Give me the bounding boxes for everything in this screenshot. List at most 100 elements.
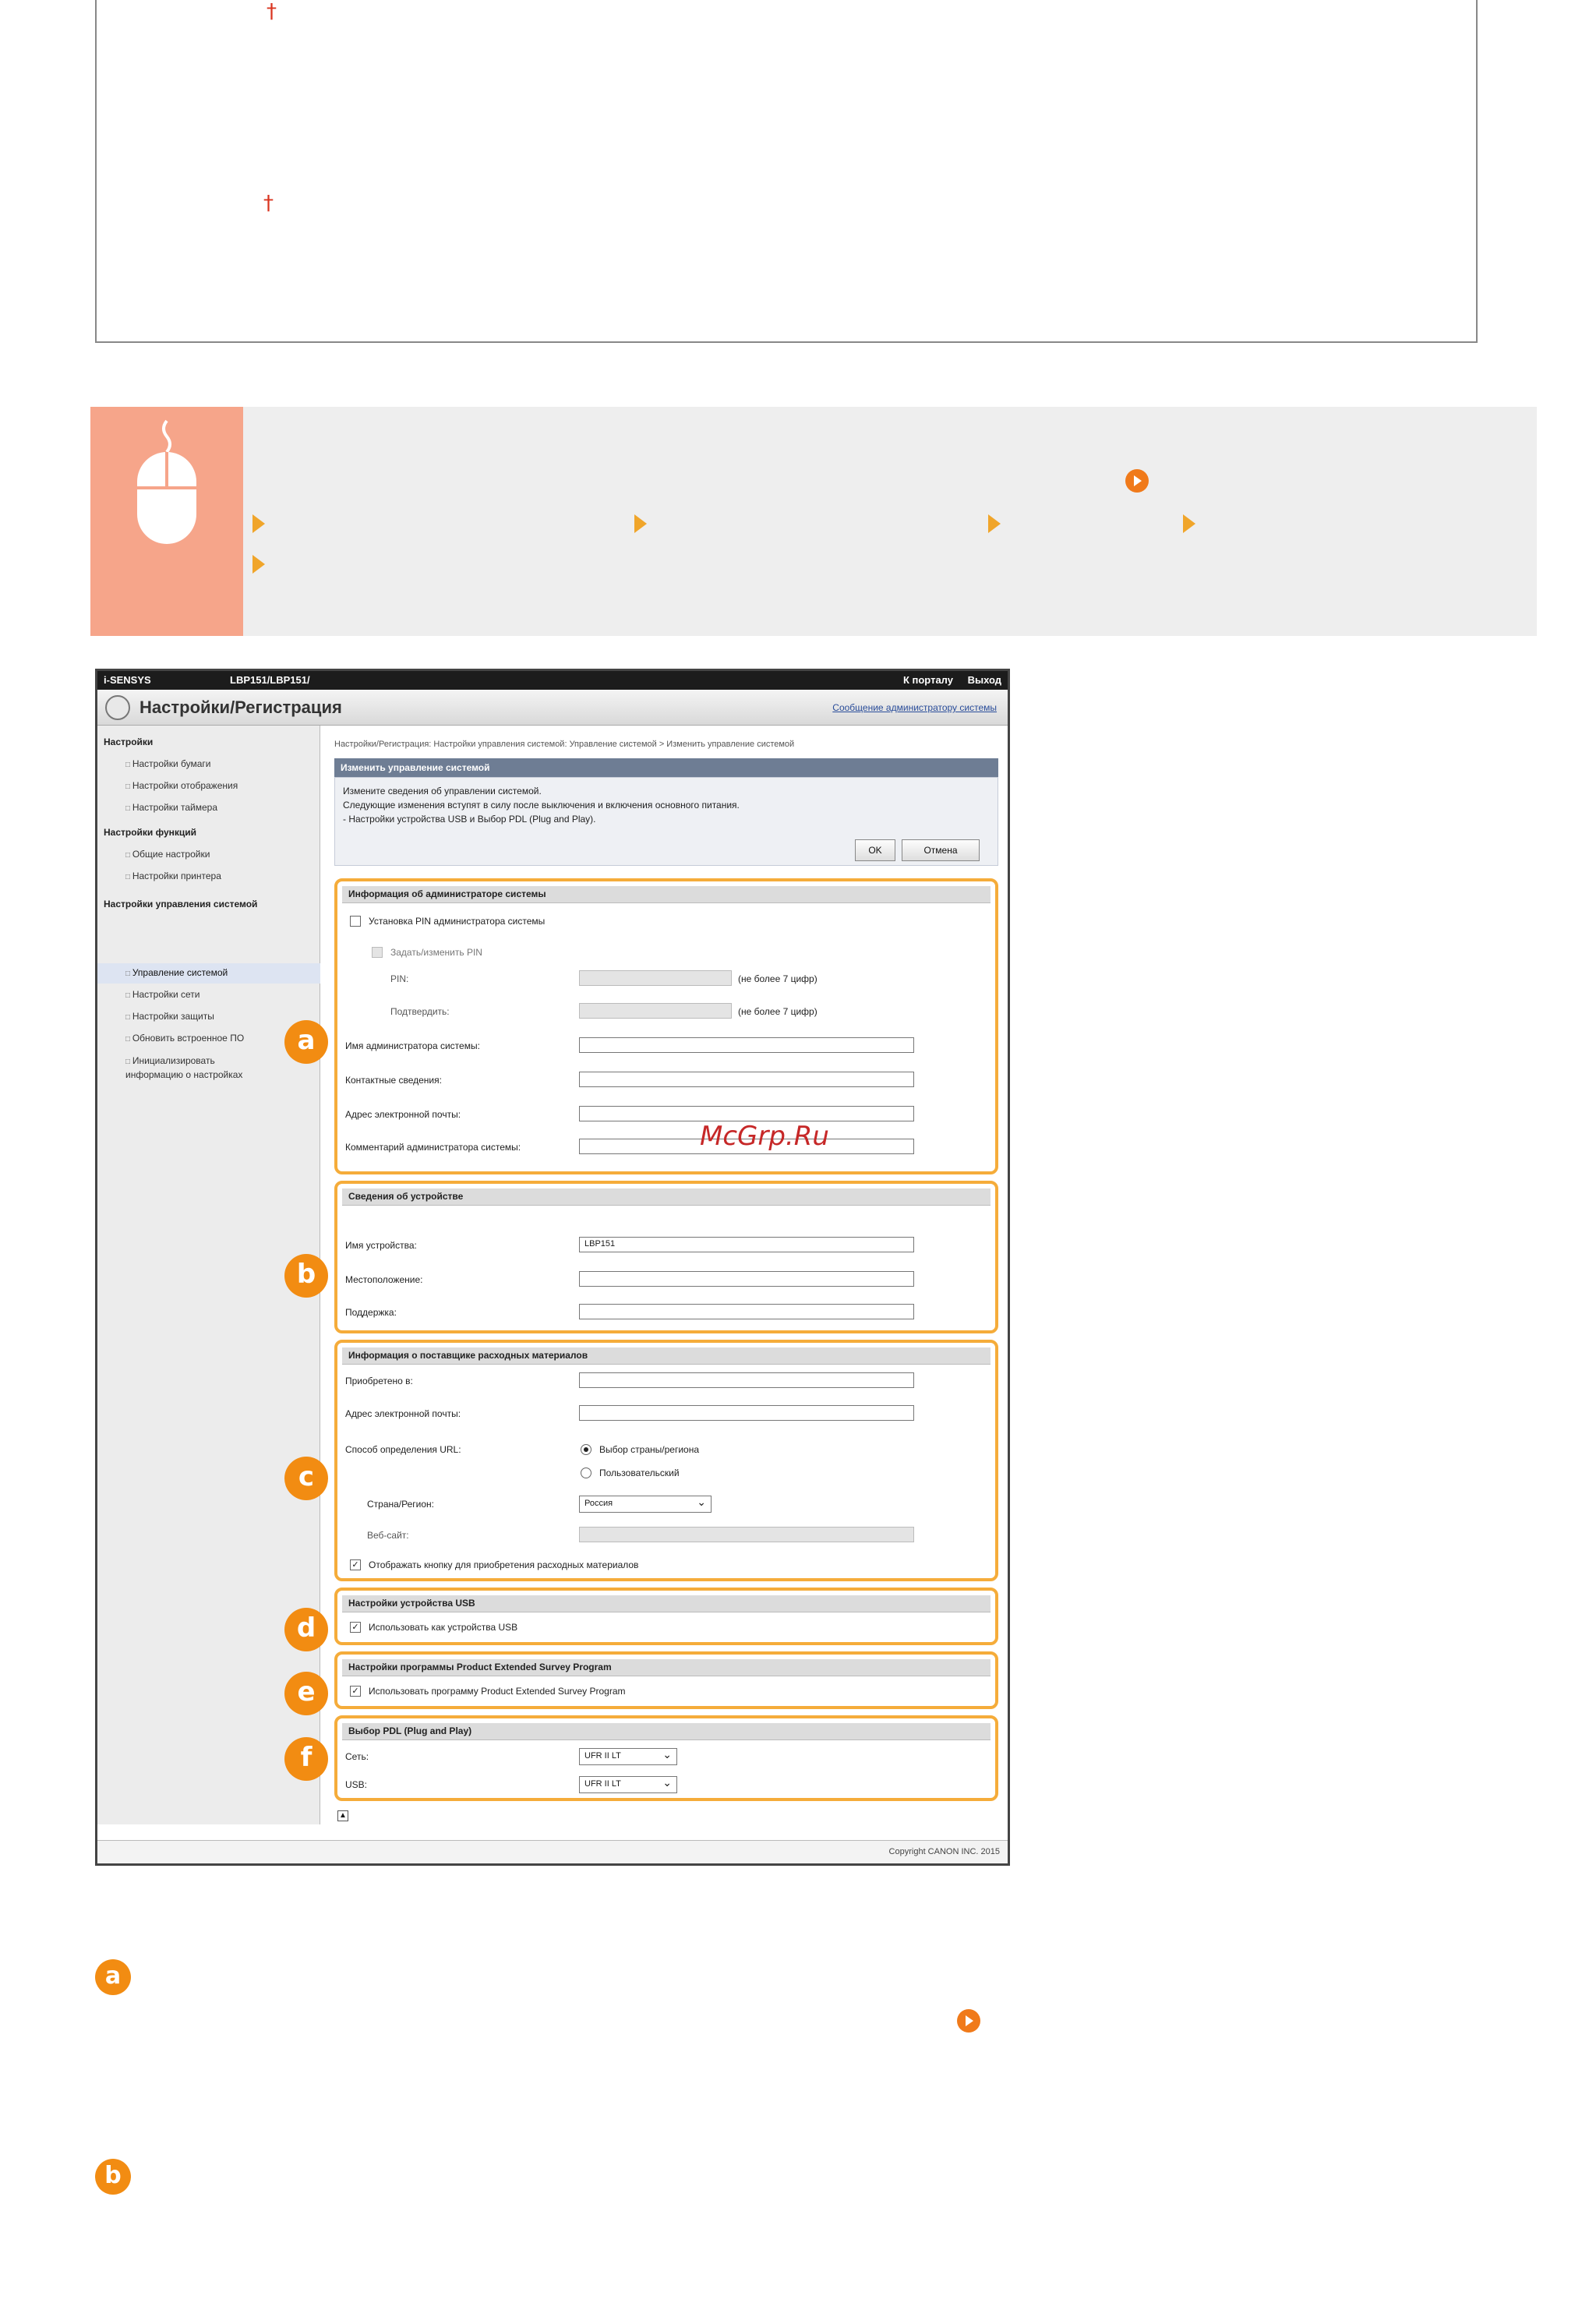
sidebar-section-settings: Настройки (104, 736, 154, 747)
badge-d: d (284, 1608, 328, 1651)
set-pin-checkbox[interactable] (350, 916, 361, 927)
show-button-checkbox[interactable]: ✓ (350, 1559, 361, 1570)
arrow-icon (1183, 514, 1195, 533)
arrow-icon (252, 555, 265, 574)
device-info-title: Сведения об устройстве (342, 1188, 991, 1206)
scroll-top-icon[interactable]: ▲ (337, 1810, 348, 1821)
usb-title: Настройки устройства USB (342, 1595, 991, 1612)
badge-e: e (284, 1672, 328, 1715)
portal-link[interactable]: К порталу (903, 674, 953, 686)
badge-a: a (284, 1020, 328, 1064)
pdl-usb-select[interactable]: UFR II LT (579, 1776, 677, 1793)
contact-label: Контактные сведения: (345, 1075, 442, 1086)
supplier-info-group: Информация о поставщике расходных матери… (334, 1340, 998, 1581)
country-select[interactable]: Россия (579, 1496, 712, 1513)
admin-info-title: Информация об администраторе системы (342, 886, 991, 903)
product-name: i-SENSYS (104, 674, 151, 686)
admin-name-input[interactable] (579, 1037, 914, 1053)
pdl-network-label: Сеть: (345, 1751, 369, 1762)
custom-radio[interactable] (581, 1468, 591, 1478)
sidebar-item-system-management[interactable]: Управление системой (125, 967, 228, 978)
confirm-label: Подтвердить: (390, 1006, 450, 1017)
sidebar-item-network[interactable]: Настройки сети (125, 989, 200, 1000)
sidebar-item-initialize[interactable]: Инициализировать информацию о настройках (125, 1054, 266, 1081)
email-label: Адрес электронной почты: (345, 1109, 461, 1120)
pin-input[interactable] (579, 970, 732, 986)
main-content: Настройки/Регистрация: Настройки управле… (328, 726, 1006, 1824)
admin-name-label: Имя администратора системы: (345, 1040, 480, 1051)
pin-label: PIN: (390, 973, 409, 984)
change-pin-label: Задать/изменить PIN (390, 947, 482, 958)
device-name-label: Имя устройства: (345, 1240, 417, 1251)
sidebar-section-functions: Настройки функций (104, 827, 197, 838)
arrow-icon (252, 514, 265, 533)
confirm-hint: (не более 7 цифр) (738, 1006, 817, 1017)
usb-group: Настройки устройства USB ✓ Использовать … (334, 1588, 998, 1645)
email-input[interactable] (579, 1106, 914, 1121)
legend-badge-b: b (95, 2159, 131, 2195)
pdl-network-select[interactable]: UFR II LT (579, 1748, 677, 1765)
url-method-label: Способ определения URL: (345, 1444, 461, 1455)
purchased-label: Приобретено в: (345, 1376, 413, 1386)
pdl-group: Выбор PDL (Plug and Play) Сеть: UFR II L… (334, 1715, 998, 1801)
top-bar: i-SENSYS LBP151/LBP151/ К порталу Выход (97, 671, 1008, 690)
navigation-band (90, 407, 1537, 636)
supplier-email-input[interactable] (579, 1405, 914, 1421)
region-radio-label: Выбор страны/региона (599, 1444, 700, 1455)
sidebar-item-printer[interactable]: Настройки принтера (125, 871, 221, 881)
survey-title: Настройки программы Product Extended Sur… (342, 1659, 991, 1676)
custom-radio-label: Пользовательский (599, 1468, 680, 1478)
purchased-input[interactable] (579, 1372, 914, 1388)
supplier-email-label: Адрес электронной почты: (345, 1408, 461, 1419)
website-label: Веб-сайт: (367, 1530, 409, 1541)
cancel-button[interactable]: Отмена (902, 839, 980, 861)
sidebar-item-general[interactable]: Общие настройки (125, 849, 210, 860)
support-input[interactable] (579, 1304, 914, 1319)
admin-message-link[interactable]: Сообщение администратору системы (832, 702, 997, 713)
sidebar-item-display[interactable]: Настройки отображения (125, 780, 238, 791)
panel-line: - Настройки устройства USB и Выбор PDL (… (343, 814, 596, 825)
badge-c: c (284, 1457, 328, 1500)
model-name: LBP151/LBP151/ (230, 674, 310, 686)
pdl-usb-label: USB: (345, 1779, 368, 1790)
page-title: Настройки/Регистрация (139, 698, 342, 717)
device-info-group: Сведения об устройстве Имя устройства: L… (334, 1181, 998, 1333)
sidebar-item-security[interactable]: Настройки защиты (125, 1011, 214, 1022)
supplier-info-title: Информация о поставщике расходных матери… (342, 1347, 991, 1365)
comment-label: Комментарий администратора системы: (345, 1142, 521, 1153)
contact-input[interactable] (579, 1072, 914, 1087)
copyright: Copyright CANON INC. 2015 (888, 1847, 1000, 1856)
panel-description: Измените сведения об управлении системой… (334, 777, 998, 866)
link-circle-icon[interactable] (1125, 469, 1149, 493)
legend-badge-a: a (95, 1959, 131, 1995)
location-input[interactable] (579, 1271, 914, 1287)
usb-label: Использовать как устройства USB (369, 1622, 518, 1633)
settings-logo-icon (105, 695, 130, 720)
device-name-input[interactable]: LBP151 (579, 1237, 914, 1252)
note-box (95, 0, 1478, 343)
sidebar-item-timer[interactable]: Настройки таймера (125, 802, 217, 813)
region-radio[interactable] (581, 1444, 591, 1455)
change-pin-checkbox[interactable] (372, 947, 383, 958)
panel-line: Измените сведения об управлении системой… (343, 786, 542, 796)
sidebar-section-system: Настройки управления системой (104, 899, 258, 909)
link-circle-icon[interactable] (957, 2009, 980, 2033)
logout-link[interactable]: Выход (968, 674, 1001, 686)
survey-label: Использовать программу Product Extended … (369, 1686, 626, 1697)
confirm-input[interactable] (579, 1003, 732, 1019)
ok-button[interactable]: OK (855, 839, 895, 861)
sidebar-item-firmware[interactable]: Обновить встроенное ПО (125, 1033, 244, 1044)
show-button-label: Отображать кнопку для приобретения расхо… (369, 1559, 639, 1570)
dagger-mark: † (267, 0, 277, 23)
breadcrumb: Настройки/Регистрация: Настройки управле… (334, 740, 795, 749)
arrow-icon (988, 514, 1001, 533)
country-label: Страна/Регион: (367, 1499, 435, 1510)
usb-checkbox[interactable]: ✓ (350, 1622, 361, 1633)
mouse-tile (90, 407, 243, 636)
survey-checkbox[interactable]: ✓ (350, 1686, 361, 1697)
sidebar-item-paper[interactable]: Настройки бумаги (125, 758, 211, 769)
watermark: McGrp.Ru (700, 1121, 829, 1152)
pdl-title: Выбор PDL (Plug and Play) (342, 1723, 991, 1740)
ui-screenshot: i-SENSYS LBP151/LBP151/ К порталу Выход … (95, 669, 1010, 1866)
website-input[interactable] (579, 1527, 914, 1542)
